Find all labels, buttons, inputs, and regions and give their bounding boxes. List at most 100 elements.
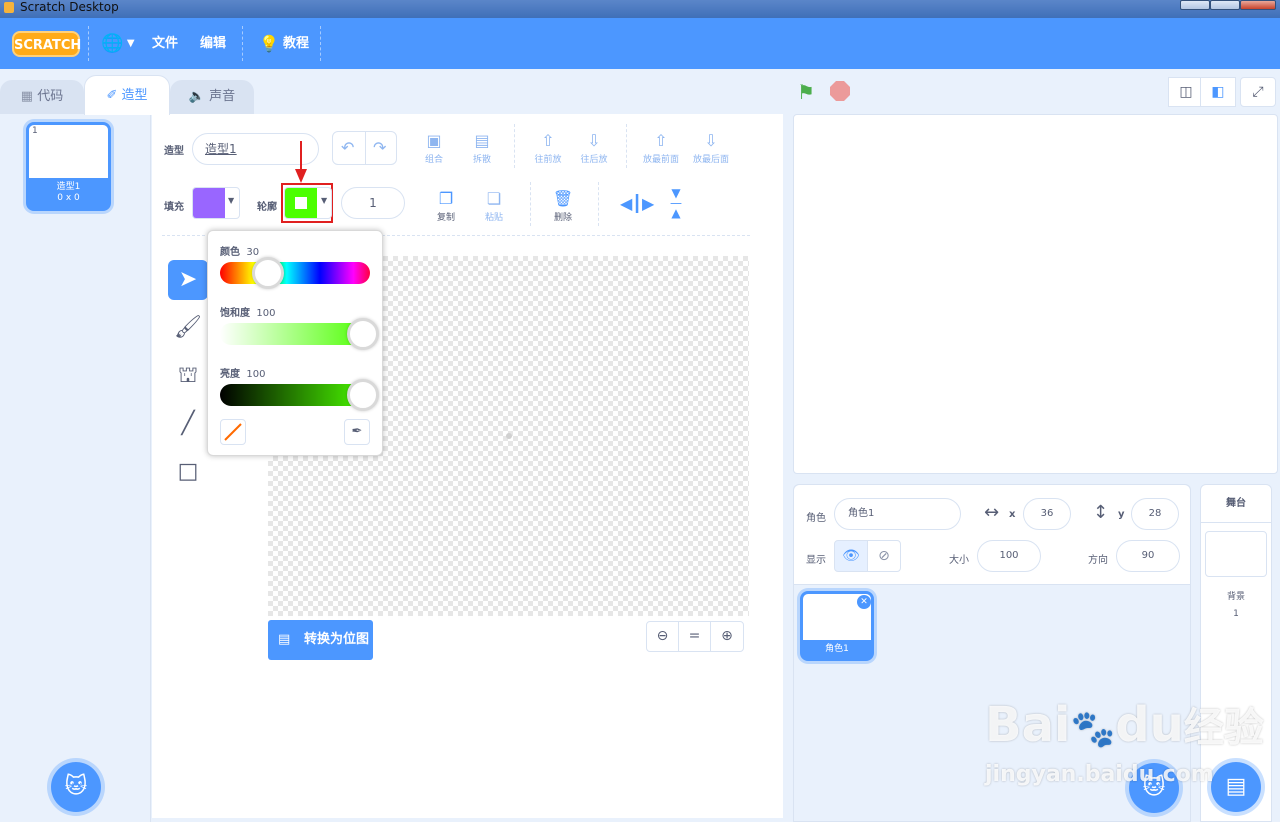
show-visible-button[interactable]: 👁	[834, 540, 868, 572]
window-close-button[interactable]	[1240, 0, 1276, 10]
choose-backdrop-button[interactable]: ▤	[1211, 762, 1261, 812]
convert-to-bitmap-button[interactable]: ▤ 转换为位图	[268, 620, 373, 660]
size-input[interactable]: 100	[977, 540, 1041, 572]
choose-costume-button[interactable]: 🐱	[51, 762, 101, 812]
rectangle-tool[interactable]: □	[168, 452, 208, 492]
tab-costumes[interactable]: ✐ 造型	[84, 75, 170, 115]
brightness-label: 亮度	[220, 369, 240, 380]
delete-button[interactable]: 🗑 删除	[543, 188, 583, 223]
sprite-info: 角色 角色1 ↔ x 36 ↕ y 28 显示 👁 ⊘ 大小 100 方向 90	[794, 485, 1190, 585]
brightness-label-row: 亮度 100	[220, 365, 265, 380]
ungroup-icon: ▤	[474, 131, 490, 150]
scratch-logo[interactable]: SCRATCH	[12, 31, 81, 57]
hue-slider-knob[interactable]	[251, 257, 284, 289]
forward-button[interactable]: ⇧ 往前放	[528, 130, 568, 165]
direction-input[interactable]: 90	[1116, 540, 1180, 572]
outline-color-button[interactable]: ▼	[284, 187, 332, 219]
small-stage-button[interactable]: ◫	[1168, 77, 1204, 107]
brightness-value: 100	[246, 369, 266, 380]
stop-icon[interactable]	[830, 81, 850, 101]
costume-name: 造型1	[56, 182, 81, 192]
language-globe-icon[interactable]: 🌐 ▼	[101, 18, 135, 69]
tab-sounds-label: 声音	[209, 89, 236, 104]
flip-horizontal-icon[interactable]: ◀┃▶	[620, 194, 654, 213]
backdrop-thumbnail[interactable]	[1205, 531, 1267, 577]
outline-width-input[interactable]: 1	[341, 187, 405, 219]
copy-button[interactable]: ❐ 复制	[426, 188, 466, 223]
brush-tool[interactable]: 🖌	[168, 308, 208, 348]
paste-button[interactable]: ❏ 粘贴	[474, 188, 514, 223]
fill-color-button[interactable]: ▼	[192, 187, 240, 219]
app-icon	[4, 2, 14, 13]
zoom-reset-icon[interactable]: =	[679, 622, 711, 651]
zoom-in-icon[interactable]: ⊕	[711, 622, 743, 651]
costume-list: 1 造型1 0 x 0 🐱	[0, 114, 151, 822]
lightbulb-icon: 💡	[259, 34, 279, 53]
zoom-out-icon[interactable]: ⊖	[647, 622, 679, 651]
eyedropper-icon: ✒	[351, 424, 363, 439]
outline-inner-square	[295, 197, 307, 209]
sprite-thumbnail[interactable]: ✕ 角色1	[800, 591, 874, 661]
costume-thumbnail[interactable]: 1 造型1 0 x 0	[26, 122, 111, 211]
forward-label: 往前放	[534, 155, 562, 165]
sprite-label: 角色	[806, 513, 826, 524]
large-stage-button[interactable]: ◧	[1200, 77, 1236, 107]
saturation-value: 100	[256, 308, 276, 319]
brightness-slider-knob[interactable]	[347, 379, 379, 411]
backward-button[interactable]: ⇩ 往后放	[574, 130, 614, 165]
tab-sounds[interactable]: 🔈 声音	[170, 80, 254, 114]
to-back-button[interactable]: ⇩ 放最后面	[688, 130, 734, 165]
fill-tool[interactable]: ⛫	[168, 356, 208, 396]
y-label: y	[1118, 509, 1125, 520]
fullscreen-button[interactable]: ⤢	[1240, 77, 1276, 107]
menu-file[interactable]: 文件	[152, 18, 178, 69]
flip-vertical-icon[interactable]: ▼ — ▲	[670, 187, 682, 219]
menu-divider	[242, 26, 243, 61]
delete-sprite-icon[interactable]: ✕	[857, 595, 871, 609]
to-front-icon: ⇧	[654, 131, 668, 150]
group-button[interactable]: ▣ 组合	[414, 130, 454, 165]
watermark-brand: Bai	[985, 697, 1071, 753]
to-front-button[interactable]: ⇧ 放最前面	[638, 130, 684, 165]
fill-label: 填充	[164, 202, 184, 213]
arrow-down-icon: ⇩	[587, 131, 601, 150]
square-icon: □	[177, 459, 199, 484]
show-label: 显示	[806, 555, 826, 566]
select-tool[interactable]: ➤	[168, 260, 208, 300]
watermark-brand2: du	[1115, 697, 1184, 753]
show-hidden-button[interactable]: ⊘	[867, 540, 901, 572]
tab-code[interactable]: ▦ 代码	[0, 80, 84, 114]
eyedropper-button[interactable]: ✒	[344, 419, 370, 445]
outline-swatch	[285, 188, 317, 218]
menu-edit[interactable]: 编辑	[200, 18, 226, 69]
hue-value: 30	[246, 247, 260, 258]
divider	[626, 124, 627, 168]
menu-tutorials[interactable]: 教程	[283, 18, 309, 69]
saturation-slider-knob[interactable]	[347, 318, 379, 350]
window-title: Scratch Desktop	[20, 0, 119, 14]
costume-index: 1	[32, 126, 38, 136]
trash-icon: 🗑	[552, 189, 574, 208]
brush-icon: ✐	[106, 88, 118, 103]
cat-icon: 🐱	[64, 774, 88, 799]
green-flag-icon[interactable]: ⚑	[797, 80, 815, 104]
fill-swatch	[193, 188, 225, 218]
undo-redo-group: ↶ ↷	[332, 131, 397, 165]
zoom-controls: ⊖ = ⊕	[646, 621, 744, 652]
undo-icon[interactable]: ↶	[341, 138, 354, 157]
redo-icon[interactable]: ↷	[373, 138, 386, 157]
line-tool[interactable]: ╱	[168, 404, 208, 444]
minimize-button[interactable]	[1180, 0, 1210, 10]
hue-slider[interactable]	[220, 262, 370, 284]
y-input[interactable]: 28	[1131, 498, 1179, 530]
paint-editor: 造型 造型1 ↶ ↷ ▣ 组合 ▤ 拆散 ⇧ 往前放 ⇩ 往后放 ⇧ 放最前面 ⇩ 放最后面…	[152, 114, 783, 818]
stage-canvas[interactable]	[793, 114, 1278, 474]
sprite-name-input[interactable]: 角色1	[834, 498, 961, 530]
maximize-button[interactable]	[1210, 0, 1240, 10]
direction-label: 方向	[1088, 555, 1108, 566]
x-input[interactable]: 36	[1023, 498, 1071, 530]
copy-icon: ❐	[438, 189, 454, 208]
ungroup-label: 拆散	[472, 155, 491, 165]
no-color-button[interactable]	[220, 419, 246, 445]
ungroup-button[interactable]: ▤ 拆散	[462, 130, 502, 165]
